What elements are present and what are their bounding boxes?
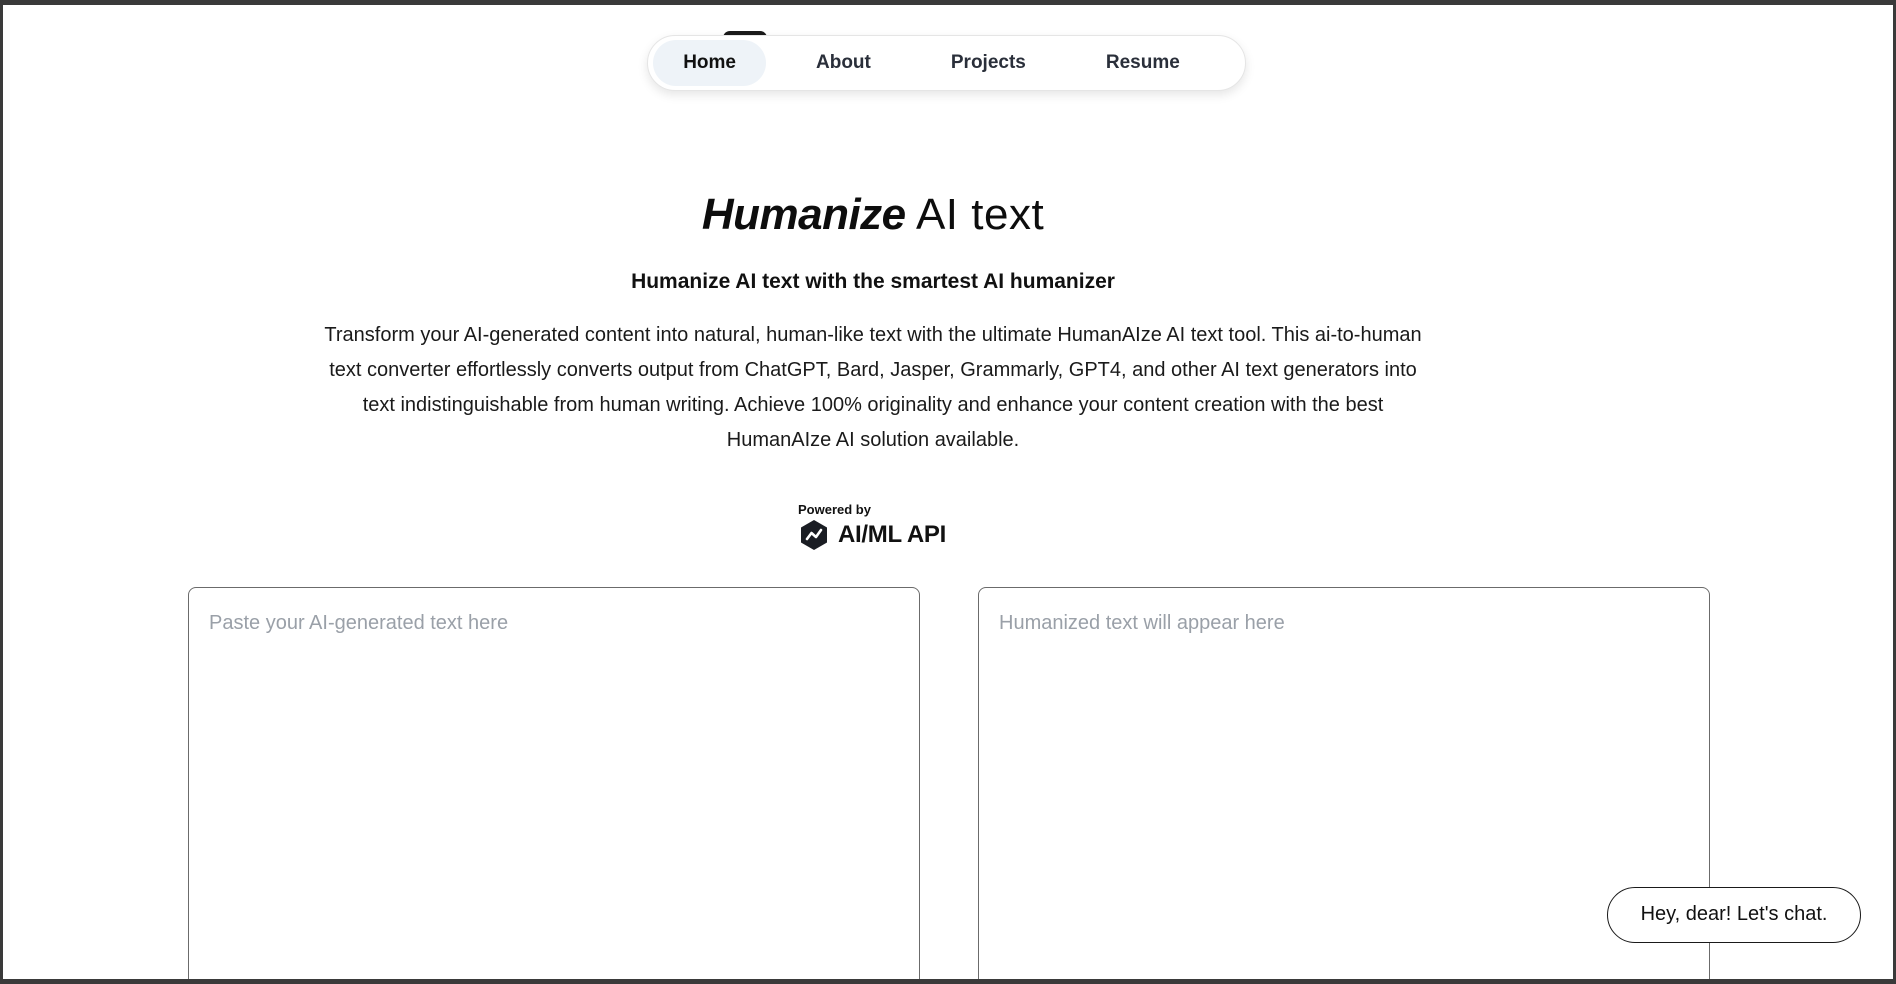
nav-projects[interactable]: Projects: [921, 40, 1056, 86]
hero-section: Humanize AI text Humanize AI text with t…: [3, 190, 1743, 458]
humanized-text-output[interactable]: Humanized text will appear here: [978, 587, 1710, 979]
humanized-text-output-placeholder: Humanized text will appear here: [999, 612, 1285, 634]
powered-by-label: Powered by: [798, 502, 871, 517]
page-description: Transform your AI-generated content into…: [324, 324, 1422, 451]
aiml-logo-icon: [798, 519, 830, 551]
page-title: Humanize AI text: [3, 190, 1743, 240]
page-subtitle: Humanize AI text with the smartest AI hu…: [631, 270, 1115, 293]
title-rest: AI text: [905, 190, 1045, 239]
nav-home[interactable]: Home: [653, 40, 766, 86]
powered-by[interactable]: Powered by AI/ML API: [798, 502, 946, 551]
top-nav: Home About Projects Resume: [647, 35, 1246, 91]
ai-text-input[interactable]: Paste your AI-generated text here: [188, 587, 920, 979]
powered-brand: AI/ML API: [798, 519, 946, 551]
nav-resume[interactable]: Resume: [1076, 40, 1210, 86]
nav-about[interactable]: About: [786, 40, 901, 86]
browser-viewport: Home About Projects Resume Humanize AI t…: [3, 5, 1893, 979]
title-emphasis: Humanize: [701, 190, 906, 239]
ai-text-input-placeholder: Paste your AI-generated text here: [209, 612, 509, 634]
chat-button[interactable]: Hey, dear! Let's chat.: [1607, 887, 1861, 943]
powered-brand-name: AI/ML API: [838, 521, 946, 548]
nav-container: Home About Projects Resume: [3, 35, 1893, 91]
